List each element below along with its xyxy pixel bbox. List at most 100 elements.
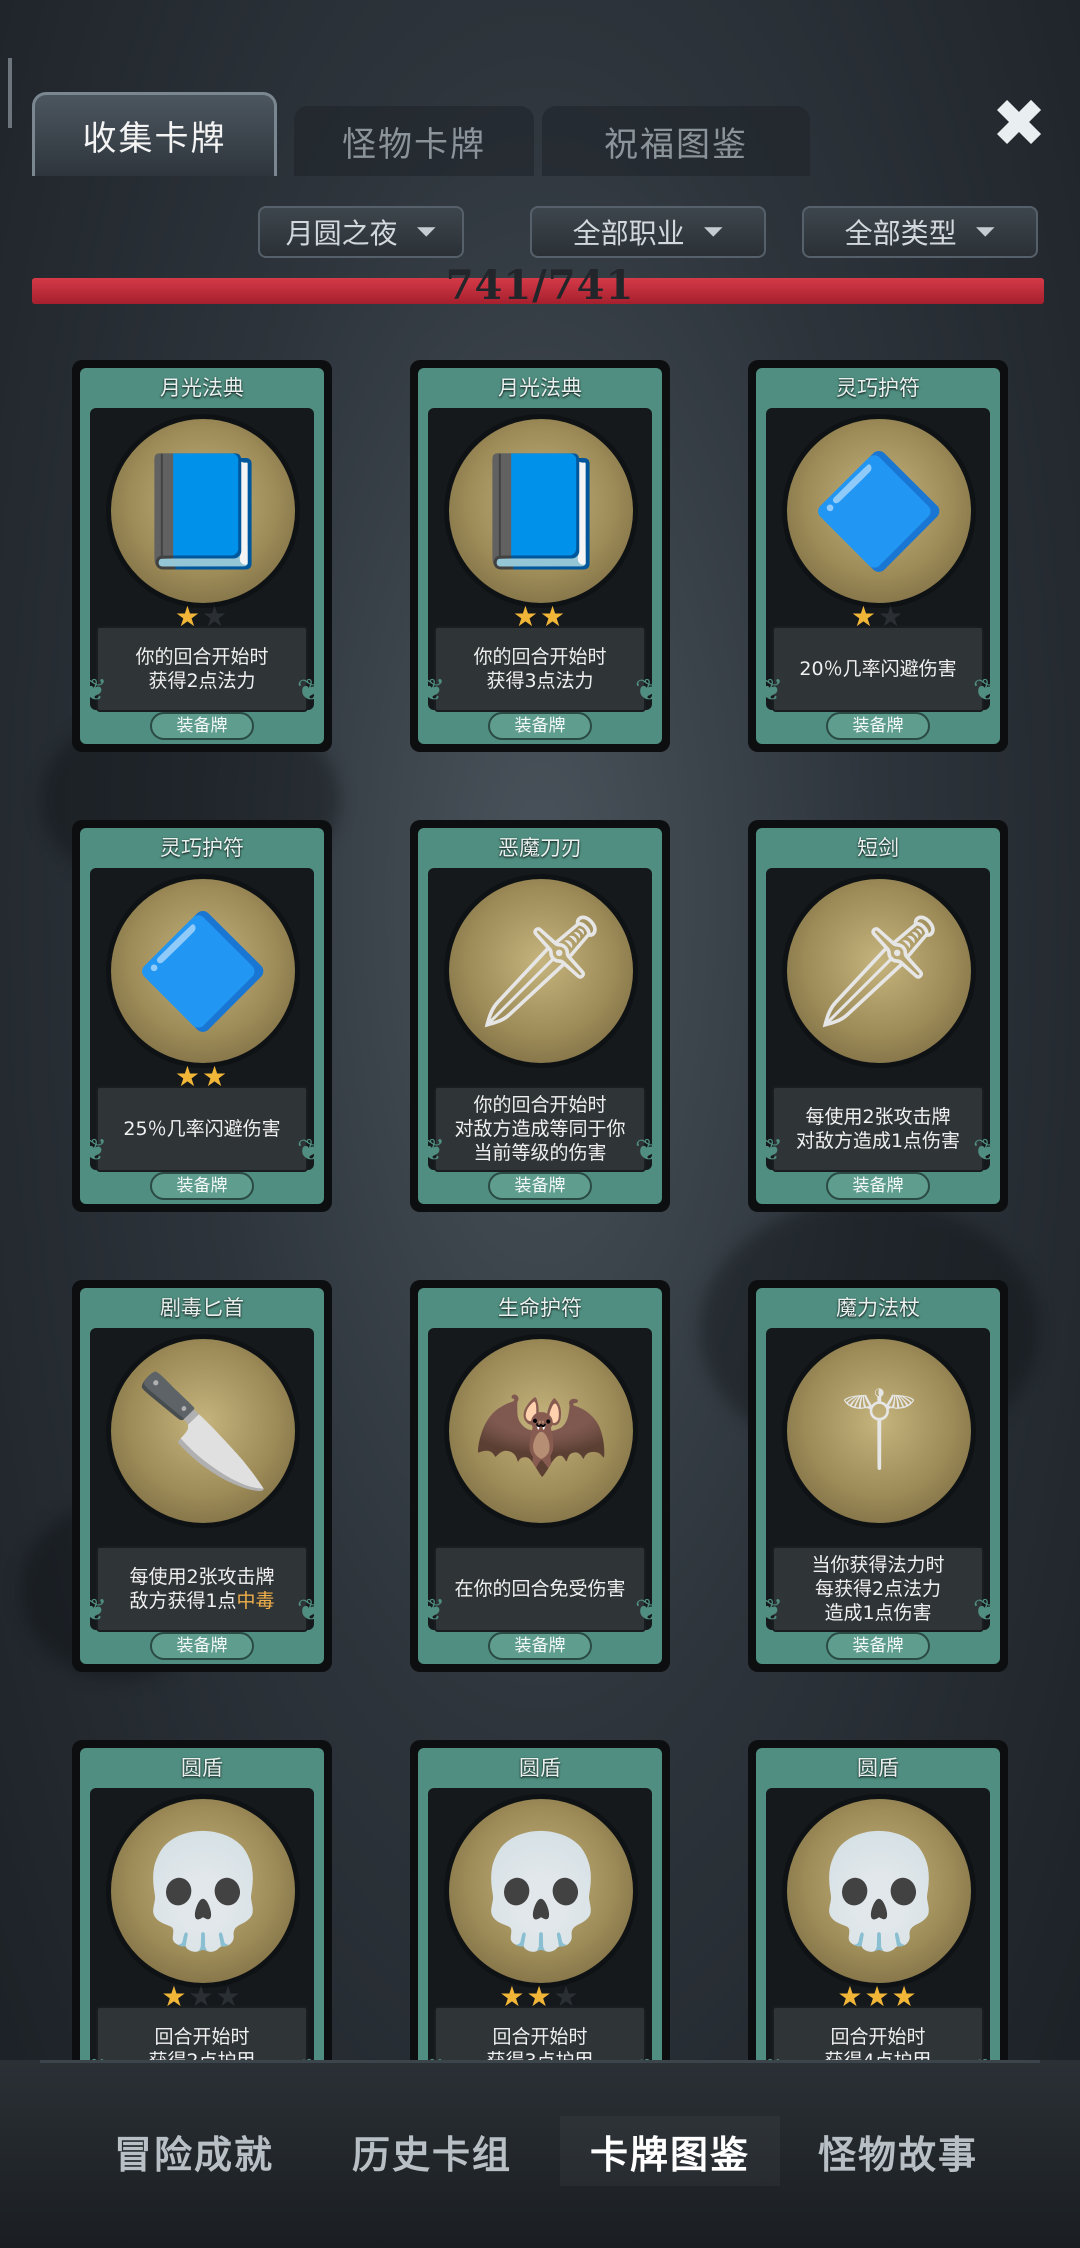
- card-body: 月光法典 📘 ★★ 你的回合开始时 获得2点法力 ❦ ❦ 装备牌: [80, 368, 324, 744]
- card-description: 当你获得法力时 每获得2点法力 造成1点伤害: [772, 1546, 984, 1632]
- ornament-icon: ❦: [296, 1593, 322, 1628]
- card-body: 圆盾💀★★★回合开始时获得3点护甲❦❦装备牌: [418, 1748, 662, 2060]
- card-description: 你的回合开始时 对敌方造成等同于你 当前等级的伤害: [434, 1086, 646, 1172]
- card-description: 在你的回合免受伤害: [434, 1546, 646, 1632]
- ornament-icon: ❦: [634, 1593, 660, 1628]
- description-line: 获得3点法力: [486, 670, 594, 692]
- nav-card-catalog[interactable]: 卡牌图鉴: [560, 2116, 780, 2186]
- card[interactable]: 圆盾💀★★★回合开始时获得3点护甲❦❦装备牌: [410, 1740, 670, 2060]
- ornament-icon: ❦: [420, 1593, 446, 1628]
- card-name: 生命护符: [498, 1296, 582, 1320]
- equipment-tag: 装备牌: [826, 712, 930, 740]
- ornament-icon: ❦: [758, 1593, 784, 1628]
- card-name: 圆盾: [519, 1756, 561, 1780]
- demon-blade-icon: 🗡: [444, 874, 638, 1068]
- card-body: 短剑 🗡 每使用2张攻击牌 对敌方造成1点伤害 ❦ ❦ 装备牌: [756, 828, 1000, 1204]
- description-line: 获得4点护甲: [824, 2049, 931, 2060]
- description-line: 回合开始时: [492, 2026, 588, 2048]
- ornament-icon: ❦: [973, 2053, 998, 2060]
- ornament-icon: ❦: [82, 1593, 108, 1628]
- ornament-icon: ❦: [758, 2053, 783, 2060]
- divider: [40, 2060, 1040, 2063]
- nav-monster-stories[interactable]: 怪物故事: [788, 2116, 1008, 2186]
- card-name: 灵巧护符: [836, 376, 920, 400]
- ornament-icon: ❦: [634, 673, 660, 708]
- card-body: 魔力法杖 ⚚ 当你获得法力时 每获得2点法力 造成1点伤害 ❦ ❦ 装备牌: [756, 1288, 1000, 1664]
- equipment-tag: 装备牌: [150, 1632, 254, 1660]
- card-body: 恶魔刀刃 🗡 你的回合开始时 对敌方造成等同于你 当前等级的伤害 ❦ ❦ 装备牌: [418, 828, 662, 1204]
- keyword-highlight: 中毒: [236, 1590, 275, 1612]
- description-line: 每获得2点法力: [814, 1578, 942, 1600]
- ornament-icon: ❦: [82, 673, 108, 708]
- card-description: 你的回合开始时 获得2点法力: [96, 626, 308, 712]
- card-body: 剧毒匕首 🔪 每使用2张攻击牌 敌方获得1点中毒 ❦ ❦ 装备牌: [80, 1288, 324, 1664]
- card-name: 灵巧护符: [160, 836, 244, 860]
- card[interactable]: 恶魔刀刃 🗡 你的回合开始时 对敌方造成等同于你 当前等级的伤害 ❦ ❦ 装备牌: [410, 820, 670, 1212]
- poison-dagger-icon: 🔪: [106, 1334, 300, 1528]
- skull-shield-icon: 💀: [106, 1794, 300, 1988]
- equipment-tag: 装备牌: [826, 1172, 930, 1200]
- card-name: 魔力法杖: [836, 1296, 920, 1320]
- card-body: 月光法典 📘 ★★ 你的回合开始时 获得3点法力 ❦ ❦ 装备牌: [418, 368, 662, 744]
- card-body: 圆盾💀★★★回合开始时获得4点护甲❦❦装备牌: [756, 1748, 1000, 2060]
- short-sword-icon: 🗡: [782, 874, 976, 1068]
- bottom-navigation: 冒险成就 历史卡组 卡牌图鉴 怪物故事: [0, 2060, 1080, 2248]
- amulet-icon: 🔷: [782, 414, 976, 608]
- amulet-icon: 🔷: [106, 874, 300, 1068]
- card-description: 回合开始时获得4点护甲: [772, 2006, 984, 2060]
- description-line: 你的回合开始时: [473, 1094, 607, 1116]
- ornament-icon: ❦: [296, 673, 322, 708]
- ornament-icon: ❦: [972, 1133, 998, 1168]
- card-body: 灵巧护符 🔷 ★★ 25％几率闪避伤害 ❦ ❦ 装备牌: [80, 828, 324, 1204]
- description-line: 你的回合开始时: [135, 646, 269, 668]
- spellbook-icon: 📘: [106, 414, 300, 608]
- nav-history-decks[interactable]: 历史卡组: [322, 2116, 542, 2186]
- card-name: 月光法典: [160, 376, 244, 400]
- card[interactable]: 月光法典 📘 ★★ 你的回合开始时 获得3点法力 ❦ ❦ 装备牌: [410, 360, 670, 752]
- card-name: 短剑: [857, 836, 899, 860]
- card-description: 每使用2张攻击牌 对敌方造成1点伤害: [772, 1086, 984, 1172]
- description-line: 回合开始时: [154, 2026, 250, 2048]
- card-name: 剧毒匕首: [160, 1296, 244, 1320]
- card[interactable]: 圆盾💀★★★回合开始时获得4点护甲❦❦装备牌: [748, 1740, 1008, 2060]
- equipment-tag: 装备牌: [826, 1632, 930, 1660]
- ornament-icon: ❦: [297, 2053, 322, 2060]
- card-grid: 月光法典 📘 ★★ 你的回合开始时 获得2点法力 ❦ ❦ 装备牌 月光法典 📘 ★★ 你的回合开始时获…: [0, 0, 1080, 2060]
- ornament-icon: ❦: [635, 2053, 660, 2060]
- card[interactable]: 圆盾💀★★★回合开始时获得2点护甲❦❦装备牌: [72, 1740, 332, 2060]
- card[interactable]: 短剑 🗡 每使用2张攻击牌 对敌方造成1点伤害 ❦ ❦ 装备牌: [748, 820, 1008, 1212]
- description-line: 回合开始时: [830, 2026, 926, 2048]
- description-line: 获得3点护甲: [486, 2049, 593, 2060]
- ornament-icon: ❦: [634, 1133, 660, 1168]
- ornament-icon: ❦: [972, 673, 998, 708]
- ornament-icon: ❦: [82, 1133, 108, 1168]
- card[interactable]: 灵巧护符 🔷 ★★ 20％几率闪避伤害 ❦ ❦ 装备牌: [748, 360, 1008, 752]
- equipment-tag: 装备牌: [150, 1172, 254, 1200]
- bat-amulet-icon: 🦇: [444, 1334, 638, 1528]
- ornament-icon: ❦: [758, 673, 784, 708]
- card-name: 月光法典: [498, 376, 582, 400]
- description-line: 在你的回合免受伤害: [454, 1578, 626, 1600]
- description-line: 敌方获得1点中毒: [129, 1590, 275, 1612]
- card[interactable]: 月光法典 📘 ★★ 你的回合开始时 获得2点法力 ❦ ❦ 装备牌: [72, 360, 332, 752]
- description-line: 对敌方造成1点伤害: [795, 1130, 961, 1152]
- card[interactable]: 灵巧护符 🔷 ★★ 25％几率闪避伤害 ❦ ❦ 装备牌: [72, 820, 332, 1212]
- ornament-icon: ❦: [420, 673, 446, 708]
- equipment-tag: 装备牌: [488, 1632, 592, 1660]
- card[interactable]: 生命护符 🦇 在你的回合免受伤害 ❦ ❦ 装备牌: [410, 1280, 670, 1672]
- nav-adventure-achievements[interactable]: 冒险成就: [84, 2116, 304, 2186]
- card[interactable]: 剧毒匕首 🔪 每使用2张攻击牌 敌方获得1点中毒 ❦ ❦ 装备牌: [72, 1280, 332, 1672]
- card-description: 20％几率闪避伤害: [772, 626, 984, 712]
- description-line: 当前等级的伤害: [473, 1142, 607, 1164]
- ornament-icon: ❦: [758, 1133, 784, 1168]
- description-line: 获得2点护甲: [148, 2049, 255, 2060]
- description-line: 25％几率闪避伤害: [123, 1118, 281, 1140]
- ornament-icon: ❦: [82, 2053, 107, 2060]
- description-line: 造成1点伤害: [824, 1602, 932, 1624]
- card-name: 恶魔刀刃: [498, 836, 582, 860]
- equipment-tag: 装备牌: [488, 1172, 592, 1200]
- card-name: 圆盾: [857, 1756, 899, 1780]
- card[interactable]: 魔力法杖 ⚚ 当你获得法力时 每获得2点法力 造成1点伤害 ❦ ❦ 装备牌: [748, 1280, 1008, 1672]
- skull-shield-icon: 💀: [444, 1794, 638, 1988]
- ornament-icon: ❦: [972, 1593, 998, 1628]
